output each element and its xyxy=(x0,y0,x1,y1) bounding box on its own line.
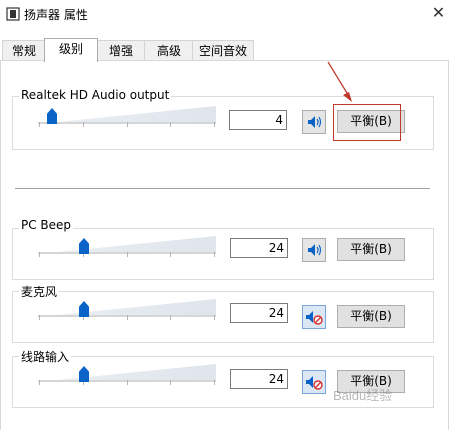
speaker-mute-button[interactable] xyxy=(302,238,326,262)
slider-thumb[interactable] xyxy=(79,301,89,317)
slider-tick xyxy=(127,252,128,257)
window-title: 扬声器 属性 xyxy=(24,8,88,22)
muted-speaker-icon xyxy=(306,311,323,325)
tab-enhancements[interactable]: 增强 xyxy=(96,40,146,61)
slider-tick xyxy=(39,122,40,127)
level-slider[interactable] xyxy=(38,234,216,260)
slider-tick xyxy=(39,315,40,320)
section-divider xyxy=(15,188,430,189)
slider-tick xyxy=(127,380,128,385)
slider-tick xyxy=(170,252,171,257)
level-input[interactable]: 24 xyxy=(230,238,288,258)
slider-tick xyxy=(127,122,128,127)
speaker-properties-icon xyxy=(6,7,20,21)
slider-tick xyxy=(127,315,128,320)
tab-levels[interactable]: 级别 xyxy=(44,38,98,62)
device-name: PC Beep xyxy=(19,218,74,232)
slider-tick xyxy=(170,122,171,127)
slider-tick xyxy=(214,380,215,385)
slider-tick xyxy=(214,315,215,320)
slider-thumb[interactable] xyxy=(79,366,89,382)
level-slider[interactable] xyxy=(38,362,216,388)
slider-thumb[interactable] xyxy=(47,108,57,124)
speaker-icon xyxy=(308,244,322,256)
balance-button[interactable]: 平衡(B) xyxy=(337,110,405,133)
level-input[interactable]: 24 xyxy=(230,303,288,323)
slider-tick xyxy=(214,122,215,127)
speaker-icon xyxy=(308,116,322,128)
tab-general[interactable]: 常规 xyxy=(2,40,46,61)
speaker-mute-button[interactable] xyxy=(302,305,326,329)
balance-button[interactable]: 平衡(B) xyxy=(337,238,405,261)
slider-thumb[interactable] xyxy=(79,238,89,254)
slider-tick xyxy=(170,315,171,320)
level-input[interactable]: 4 xyxy=(229,110,287,130)
title-bar: 扬声器 属性 ✕ xyxy=(0,0,453,28)
level-input[interactable]: 24 xyxy=(230,369,288,389)
speaker-mute-button[interactable] xyxy=(302,370,326,394)
watermark: Baidu经验 xyxy=(333,388,393,403)
slider-tick xyxy=(170,380,171,385)
slider-tick xyxy=(39,380,40,385)
slider-tick xyxy=(214,252,215,257)
muted-speaker-icon xyxy=(306,376,323,390)
level-slider[interactable] xyxy=(38,104,216,130)
slider-tick xyxy=(39,252,40,257)
speaker-mute-button[interactable] xyxy=(302,110,326,134)
level-slider[interactable] xyxy=(38,297,216,323)
tab-bar: 常规 级别 增强 高级 空间音效 xyxy=(0,38,453,62)
tab-advanced[interactable]: 高级 xyxy=(144,40,194,61)
tab-spatial-sound[interactable]: 空间音效 xyxy=(192,40,254,61)
slider-tick xyxy=(83,122,84,127)
balance-button[interactable]: 平衡(B) xyxy=(337,305,405,328)
close-button[interactable]: ✕ xyxy=(424,0,453,28)
device-name: Realtek HD Audio output xyxy=(19,88,172,102)
